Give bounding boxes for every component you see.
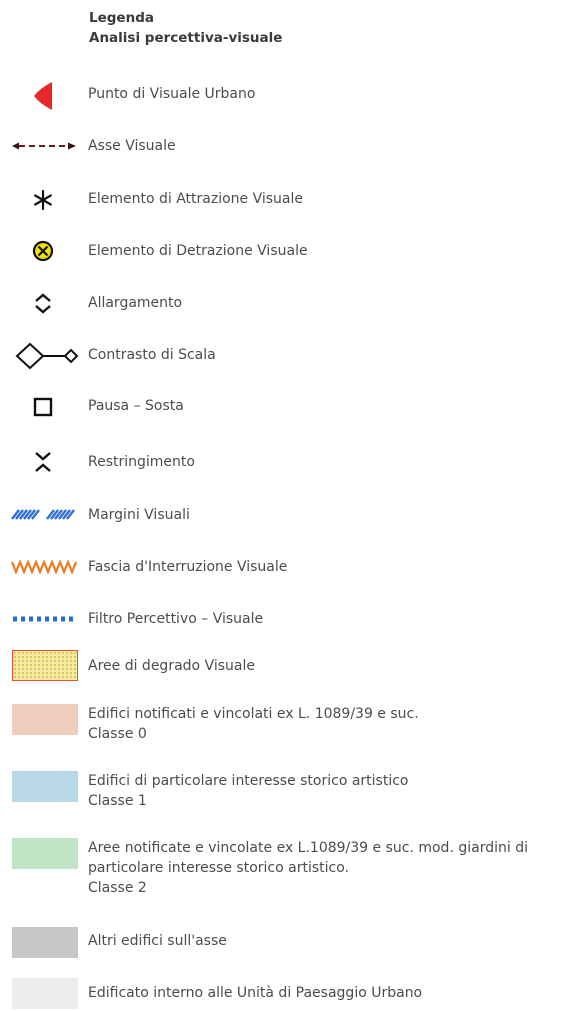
legend-label: Margini Visuali <box>88 507 190 523</box>
legend-label: Filtro Percettivo – Visuale <box>88 611 264 627</box>
legend-page: { "legend": { "title": "Legenda", "subti… <box>0 0 570 1011</box>
red-half-eye-icon <box>34 82 52 110</box>
legend-label: Edifici di particolare interesse storico… <box>88 773 409 809</box>
diamond-link-icon <box>15 342 79 370</box>
legend-label: Allargamento <box>88 295 183 311</box>
blue-hatch-icon <box>11 509 75 520</box>
asterisk-icon <box>34 190 52 210</box>
green-swatch <box>12 838 78 869</box>
light-grey-swatch <box>12 978 78 1009</box>
legend-label: Aree di degrado Visuale <box>88 658 255 674</box>
pink-swatch <box>12 704 78 735</box>
legend-label: Restringimento <box>88 454 195 470</box>
legend-label: Elemento di Attrazione Visuale <box>88 191 303 207</box>
legend-subtitle: Analisi percettiva-visuale <box>89 30 283 46</box>
legend-label: Altri edifici sull'asse <box>88 933 227 949</box>
legend-label: Fascia d'Interruzione Visuale <box>88 559 288 575</box>
legend-label: Elemento di Detrazione Visuale <box>88 243 308 259</box>
legend-label: Asse Visuale <box>88 138 176 154</box>
legend-label: Edifici notificati e vincolati ex L. 108… <box>88 706 419 742</box>
legend-label: Aree notificate e vincolate ex L.1089/39… <box>88 840 528 896</box>
legend-label: Punto di Visuale Urbano <box>88 86 256 102</box>
legend-title: Legenda <box>89 10 154 26</box>
yellow-dotted-swatch <box>12 650 78 681</box>
blue-dotted-line-icon <box>13 616 77 622</box>
legend-label: Pausa – Sosta <box>88 398 184 414</box>
blue-swatch <box>12 771 78 802</box>
circled-x-icon <box>32 240 54 262</box>
diverging-chevrons-icon <box>35 293 51 314</box>
legend-label: Edificato interno alle Unità di Paesaggi… <box>88 985 423 1001</box>
legend-label: Contrasto di Scala <box>88 347 216 363</box>
converging-chevrons-icon <box>35 452 51 472</box>
dashed-arrow-icon <box>12 142 76 150</box>
orange-zigzag-icon <box>10 560 78 574</box>
square-outline-icon <box>33 397 53 417</box>
grey-swatch <box>12 927 78 958</box>
